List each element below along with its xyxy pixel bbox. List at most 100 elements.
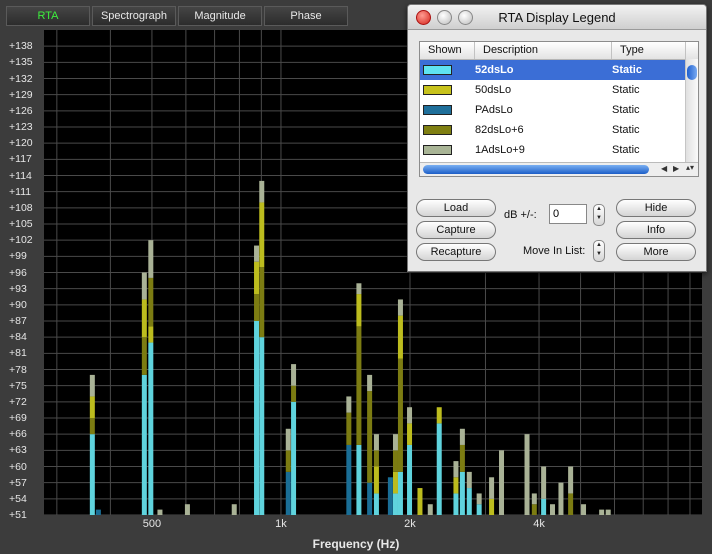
y-tick-label: +102: [9, 234, 33, 247]
spectrum-bar-segment: [291, 364, 297, 386]
spectrum-bar-segment: [524, 434, 530, 515]
legend-description: 82dsLo+6: [475, 124, 524, 136]
scrollbar-thumb[interactable]: [423, 165, 649, 174]
y-tick-label: +96: [9, 266, 27, 279]
y-tick-label: +138: [9, 40, 33, 53]
load-button[interactable]: Load: [416, 199, 496, 217]
legend-row[interactable]: 1AdsLo+9 Static: [420, 140, 698, 160]
hide-button[interactable]: Hide: [616, 199, 696, 217]
spectrum-bar-segment: [259, 202, 265, 268]
legend-list-header: Shown Description Type: [420, 42, 698, 60]
spectrum-bar-segment: [427, 504, 433, 515]
x-tick-label: 1k: [275, 518, 287, 530]
y-tick-label: +129: [9, 88, 33, 101]
spectrum-bar-segment: [531, 504, 537, 515]
scroll-left-icon[interactable]: ◀: [661, 164, 667, 173]
spectrum-bar-segment: [397, 471, 403, 515]
scrollbar-thumb[interactable]: [687, 65, 697, 80]
spectrum-bar-segment: [499, 450, 505, 515]
spectrum-bar-segment: [373, 493, 379, 515]
legend-type: Static: [612, 84, 640, 96]
y-tick-label: +111: [9, 185, 32, 198]
y-tick-label: +72: [9, 395, 27, 408]
spectrum-bar-segment: [581, 504, 587, 515]
spectrum-bar-segment: [476, 504, 482, 515]
color-swatch[interactable]: [423, 125, 452, 135]
tab-rta[interactable]: RTA: [6, 6, 90, 26]
move-in-list-label: Move In List:: [523, 245, 586, 257]
legend-row[interactable]: PAdsLo Static: [420, 100, 698, 120]
db-offset-field[interactable]: [549, 204, 587, 224]
spectrum-bar-segment: [291, 385, 297, 402]
legend-vertical-scrollbar[interactable]: [685, 59, 698, 163]
column-type[interactable]: Type: [612, 42, 686, 59]
spectrum-bar-segment: [367, 391, 373, 483]
spectrum-bar-segment: [259, 267, 265, 338]
tab-phase[interactable]: Phase: [264, 6, 348, 26]
spectrum-bar-segment: [254, 261, 260, 295]
y-tick-label: +105: [9, 218, 33, 230]
y-tick-label: +84: [9, 331, 27, 344]
tab-magnitude[interactable]: Magnitude: [178, 6, 262, 26]
legend-window: RTA Display Legend Shown Description Typ…: [407, 4, 707, 272]
spectrum-bar-segment: [599, 509, 605, 515]
spectrum-bar-segment: [453, 461, 459, 478]
scroll-up-down-icon[interactable]: ▴▾: [686, 163, 694, 172]
spectrum-bar-segment: [568, 493, 574, 515]
spectrum-bar-segment: [489, 498, 495, 515]
spectrum-bar-segment: [407, 423, 413, 445]
spectrum-bar-segment: [549, 504, 555, 515]
y-tick-label: +90: [9, 298, 27, 311]
scroll-right-icon[interactable]: ▶: [673, 164, 679, 173]
db-offset-stepper[interactable]: ▲ ▼: [593, 204, 605, 226]
rta-app: RTA Spectrograph Magnitude Phase +138 +13…: [0, 0, 712, 554]
legend-list: Shown Description Type 52dsLo Static 50dsL…: [419, 41, 699, 177]
spectrum-bar-segment: [558, 482, 564, 515]
y-tick-label: +132: [9, 72, 33, 85]
x-tick-label: 500: [142, 518, 162, 530]
legend-horizontal-scrollbar[interactable]: ◀ ▶ ▴▾: [420, 162, 698, 176]
view-tabs: RTA Spectrograph Magnitude Phase: [6, 6, 348, 26]
spectrum-bar-segment: [141, 374, 147, 515]
legend-shown-cell: [420, 105, 475, 115]
more-button[interactable]: More: [616, 243, 696, 261]
spectrum-bar-segment: [285, 450, 291, 472]
legend-type: Static: [612, 64, 642, 76]
spectrum-bar-segment: [95, 509, 101, 515]
legend-description: 52dsLo: [475, 64, 514, 76]
spectrum-bar-segment: [254, 245, 260, 262]
spectrum-bar-segment: [392, 493, 398, 515]
column-shown[interactable]: Shown: [420, 42, 475, 59]
spectrum-bar-segment: [346, 412, 352, 445]
spectrum-bar-segment: [466, 471, 472, 489]
column-description[interactable]: Description: [475, 42, 612, 59]
capture-button[interactable]: Capture: [416, 221, 496, 239]
tab-spectrograph[interactable]: Spectrograph: [92, 6, 176, 26]
info-button[interactable]: Info: [616, 221, 696, 239]
y-tick-label: +135: [9, 56, 33, 69]
spectrum-bar-segment: [605, 509, 611, 515]
legend-row[interactable]: 50dsLo Static: [420, 80, 698, 100]
legend-title-bar[interactable]: RTA Display Legend: [408, 5, 706, 30]
legend-row[interactable]: 52dsLo Static: [420, 60, 698, 80]
color-swatch[interactable]: [423, 105, 452, 115]
spectrum-bar-segment: [291, 401, 297, 515]
y-tick-label: +57: [9, 476, 27, 489]
spectrum-bar-segment: [459, 444, 465, 472]
spectrum-bar-segment: [259, 180, 265, 203]
legend-description: 50dsLo: [475, 84, 512, 96]
recapture-button[interactable]: Recapture: [416, 243, 496, 261]
y-tick-label: +66: [9, 428, 27, 441]
spectrum-bar-segment: [387, 477, 393, 515]
legend-row[interactable]: 82dsLo+6 Static: [420, 120, 698, 140]
y-tick-label: +54: [9, 492, 27, 505]
spectrum-bar-segment: [436, 423, 442, 515]
color-swatch[interactable]: [423, 145, 452, 155]
color-swatch[interactable]: [423, 85, 452, 95]
db-offset-label: dB +/-:: [504, 209, 537, 221]
move-in-list-stepper[interactable]: ▲ ▼: [593, 240, 605, 262]
legend-shown-cell: [420, 85, 475, 95]
color-swatch[interactable]: [423, 65, 452, 75]
y-tick-label: +108: [9, 201, 33, 214]
legend-type: Static: [612, 124, 640, 136]
